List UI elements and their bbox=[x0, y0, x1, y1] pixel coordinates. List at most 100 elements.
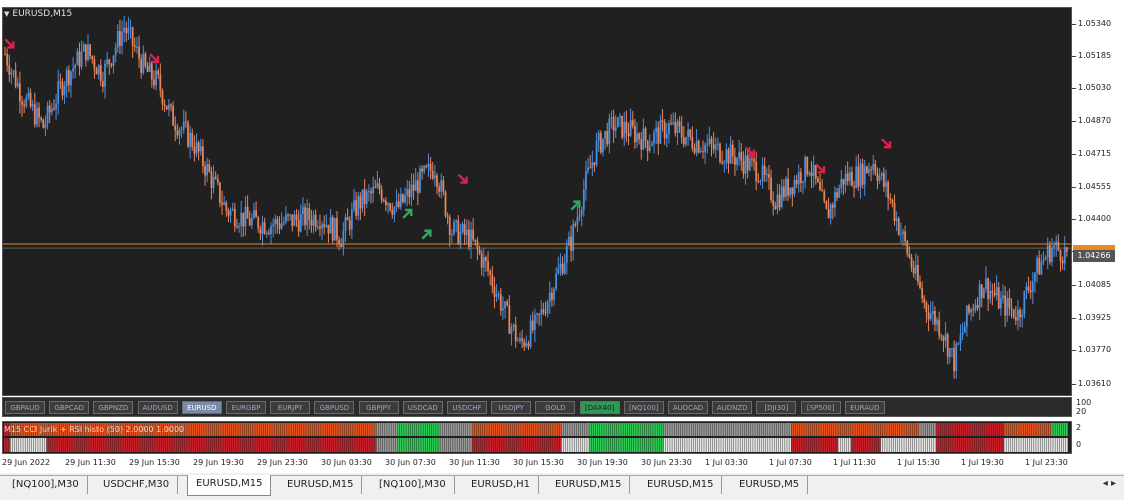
histogram-bar bbox=[1048, 423, 1051, 436]
histogram-bar bbox=[804, 438, 806, 452]
histogram-bar bbox=[521, 438, 523, 452]
candle-body bbox=[638, 133, 641, 140]
candle-body bbox=[553, 288, 555, 301]
histogram-bar bbox=[633, 423, 636, 436]
symbol-button[interactable]: GBPUSD bbox=[314, 401, 355, 414]
symbol-button[interactable]: GBPJPY bbox=[358, 401, 399, 414]
candle-body bbox=[397, 201, 400, 208]
histogram-bar bbox=[50, 438, 53, 452]
histogram-bar bbox=[797, 423, 800, 436]
candle-body bbox=[870, 169, 872, 171]
candle-body bbox=[63, 85, 66, 96]
histogram-bar bbox=[244, 423, 247, 436]
histogram-bar bbox=[738, 438, 740, 452]
candle-body bbox=[457, 220, 460, 244]
price-chart[interactable] bbox=[2, 7, 1072, 396]
chart-tab[interactable]: USDCHF,M30 bbox=[95, 476, 179, 494]
chart-tab[interactable]: EURUSD,M15 bbox=[187, 475, 272, 496]
candle-body bbox=[44, 123, 47, 128]
symbol-button[interactable]: GBPAUD bbox=[5, 401, 45, 414]
histogram-bar bbox=[906, 423, 909, 436]
histogram-bar bbox=[1002, 423, 1004, 436]
chart-tab[interactable]: EURUSD,H1 bbox=[463, 476, 540, 494]
symbol-button[interactable]: USDCAD bbox=[402, 401, 443, 414]
symbol-button[interactable]: [SP500] bbox=[800, 401, 841, 414]
candle-body bbox=[453, 222, 455, 235]
chart-tab[interactable]: EURUSD,M15 bbox=[639, 476, 723, 494]
candle-body bbox=[365, 191, 368, 204]
histogram-bar bbox=[695, 438, 698, 452]
histogram-bar bbox=[295, 423, 298, 436]
histogram-bar bbox=[91, 438, 94, 452]
histogram-bar bbox=[265, 438, 268, 452]
candle-body bbox=[821, 189, 824, 192]
histogram-bar bbox=[257, 423, 260, 436]
candle-body bbox=[548, 292, 551, 302]
symbol-button[interactable]: USDJPY bbox=[491, 401, 532, 414]
chart-tab[interactable]: EURUSD,M15 bbox=[279, 476, 363, 494]
candle-body bbox=[353, 200, 355, 210]
chart-tab[interactable]: [NQ100],M30 bbox=[371, 476, 455, 494]
histogram-bar bbox=[859, 423, 862, 436]
symbol-button[interactable]: USDCHF bbox=[447, 401, 487, 414]
histogram-bar bbox=[738, 423, 740, 436]
price-scale[interactable] bbox=[1072, 7, 1124, 459]
histogram-bar bbox=[382, 423, 385, 436]
histogram-bar bbox=[287, 423, 289, 436]
histogram-bar bbox=[778, 423, 781, 436]
candle-body bbox=[29, 92, 32, 107]
symbol-button[interactable]: AUDNZD bbox=[712, 401, 753, 414]
chart-tab[interactable]: [NQ100],M30 bbox=[4, 476, 88, 494]
symbol-button[interactable]: AUDUSD bbox=[137, 401, 178, 414]
histogram-bar bbox=[585, 438, 587, 452]
symbol-button[interactable]: GBPCAD bbox=[49, 401, 90, 414]
histogram-bar bbox=[516, 423, 519, 436]
histogram-bar bbox=[327, 423, 330, 436]
symbol-button[interactable]: EURUSD bbox=[181, 401, 222, 414]
histogram-bar bbox=[112, 438, 115, 452]
candle-body bbox=[912, 267, 915, 274]
candle-body bbox=[589, 167, 592, 169]
chart-tab[interactable]: EURUSD,M5 bbox=[731, 476, 809, 494]
symbol-button[interactable]: EURAUD bbox=[844, 401, 885, 414]
candle-body bbox=[308, 207, 311, 220]
chart-tab[interactable]: EURUSD,M15 bbox=[547, 476, 631, 494]
histogram-bar bbox=[350, 438, 353, 452]
histogram-bar bbox=[689, 423, 692, 436]
candle-body bbox=[516, 340, 519, 342]
candle-body bbox=[14, 70, 17, 87]
candle-body bbox=[216, 178, 219, 183]
candle-body bbox=[923, 298, 926, 303]
candle-body bbox=[636, 133, 638, 143]
histogram-bar bbox=[614, 423, 617, 436]
histogram-bar bbox=[676, 438, 679, 452]
histogram-bar bbox=[917, 423, 919, 436]
symbol-button[interactable]: GOLD bbox=[535, 401, 576, 414]
candle-body bbox=[791, 187, 794, 195]
histogram-bar bbox=[150, 438, 153, 452]
candle-body bbox=[89, 44, 92, 56]
histogram-bar bbox=[674, 438, 677, 452]
histogram-bar bbox=[436, 423, 438, 436]
symbol-button[interactable]: EURJPY bbox=[270, 401, 311, 414]
candle-body bbox=[380, 189, 383, 201]
histogram-bar bbox=[765, 438, 768, 452]
symbol-button[interactable]: [DAX40] bbox=[579, 401, 620, 414]
candle-body bbox=[927, 311, 930, 320]
tab-scroll-arrows[interactable]: ◂ ▸ bbox=[1103, 478, 1116, 489]
candle-body bbox=[491, 274, 494, 287]
candle-body bbox=[529, 320, 532, 347]
symbol-button[interactable]: AUDCAD bbox=[668, 401, 708, 414]
histogram-bar bbox=[395, 438, 398, 452]
symbol-button[interactable]: [NQ100] bbox=[623, 401, 664, 414]
histogram-bar bbox=[427, 438, 430, 452]
symbol-button[interactable]: GBPNZD bbox=[93, 401, 134, 414]
symbol-button[interactable]: EURGBP bbox=[226, 401, 266, 414]
histogram-bar bbox=[808, 438, 811, 452]
histogram-bar bbox=[219, 438, 221, 452]
histogram-bar bbox=[529, 423, 532, 436]
histogram-bar bbox=[1034, 423, 1036, 436]
histogram-bar bbox=[812, 438, 815, 452]
symbol-button[interactable]: [DJI30] bbox=[756, 401, 797, 414]
histogram-bar bbox=[759, 423, 762, 436]
